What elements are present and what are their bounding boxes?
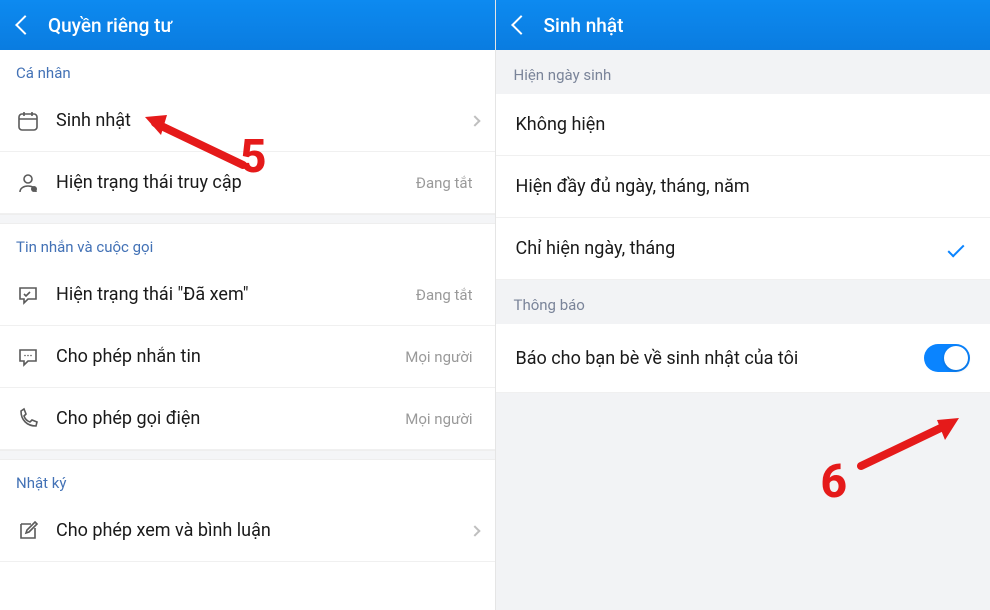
- edit-icon: [16, 519, 56, 543]
- row-meta: Mọi người: [405, 410, 472, 428]
- row-label: Cho phép gọi điện: [56, 408, 405, 429]
- row-label: Cho phép xem và bình luận: [56, 520, 471, 541]
- row-online-status[interactable]: Hiện trạng thái truy cập Đang tắt: [0, 152, 495, 214]
- header-title: Sinh nhật: [544, 14, 624, 37]
- section-header-messages: Tin nhắn và cuộc gọi: [0, 224, 495, 264]
- row-label: Hiện trạng thái "Đã xem": [56, 284, 416, 305]
- chat-seen-icon: [16, 283, 56, 307]
- row-birthday[interactable]: Sinh nhật: [0, 90, 495, 152]
- chat-icon: [16, 345, 56, 369]
- section-divider: [0, 214, 495, 224]
- row-label: Báo cho bạn bè về sinh nhật của tôi: [516, 348, 925, 369]
- row-meta: Đang tắt: [416, 286, 473, 304]
- check-icon: [948, 240, 965, 257]
- toggle-knob: [944, 346, 968, 370]
- calendar-icon: [16, 109, 56, 133]
- row-allow-calls[interactable]: Cho phép gọi điện Mọi người: [0, 388, 495, 450]
- header-bar: Sinh nhật: [496, 0, 990, 50]
- section-header-display-birthday: Hiện ngày sinh: [496, 50, 990, 94]
- row-label: Sinh nhật: [56, 110, 471, 131]
- privacy-panel: Quyền riêng tư Cá nhân Sinh nhật Hiện tr…: [0, 0, 495, 610]
- section-divider: [0, 450, 495, 460]
- header-bar: Quyền riêng tư: [0, 0, 495, 50]
- row-meta: Mọi người: [405, 348, 472, 366]
- option-label: Chỉ hiện ngày, tháng: [516, 238, 949, 259]
- back-icon[interactable]: [511, 15, 531, 35]
- back-icon[interactable]: [15, 15, 35, 35]
- option-label: Hiện đầy đủ ngày, tháng, năm: [516, 176, 971, 197]
- toggle-switch[interactable]: [924, 344, 970, 372]
- row-allow-messages[interactable]: Cho phép nhắn tin Mọi người: [0, 326, 495, 388]
- row-notify-friends[interactable]: Báo cho bạn bè về sinh nhật của tôi: [496, 324, 990, 393]
- row-seen-status[interactable]: Hiện trạng thái "Đã xem" Đang tắt: [0, 264, 495, 326]
- section-header-diary: Nhật ký: [0, 460, 495, 500]
- user-status-icon: [16, 171, 56, 195]
- chevron-right-icon: [469, 115, 480, 126]
- phone-icon: [16, 407, 56, 431]
- row-meta: Đang tắt: [416, 174, 473, 192]
- empty-area: [496, 393, 990, 610]
- row-label: Cho phép nhắn tin: [56, 346, 405, 367]
- section-header-personal: Cá nhân: [0, 50, 495, 90]
- header-title: Quyền riêng tư: [48, 14, 172, 37]
- chevron-right-icon: [469, 525, 480, 536]
- option-day-month[interactable]: Chỉ hiện ngày, tháng: [496, 218, 990, 280]
- section-header-notify: Thông báo: [496, 280, 990, 324]
- option-full-date[interactable]: Hiện đầy đủ ngày, tháng, năm: [496, 156, 990, 218]
- row-view-comment[interactable]: Cho phép xem và bình luận: [0, 500, 495, 562]
- option-label: Không hiện: [516, 114, 971, 135]
- row-label: Hiện trạng thái truy cập: [56, 172, 416, 193]
- birthday-panel: Sinh nhật Hiện ngày sinh Không hiện Hiện…: [495, 0, 990, 610]
- option-hide[interactable]: Không hiện: [496, 94, 990, 156]
